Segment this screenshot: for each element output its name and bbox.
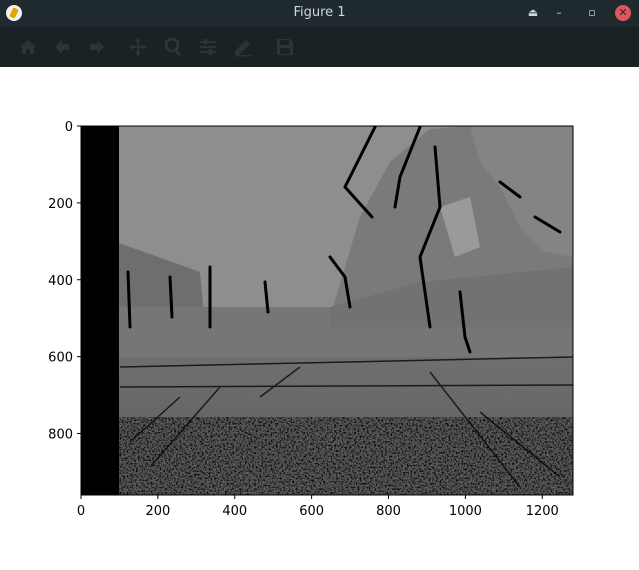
y-tick-label: 400 [48, 274, 73, 289]
window-titlebar: Figure 1 ⏏ – ▫ ✕ [0, 0, 639, 27]
y-tick-label: 800 [48, 428, 73, 443]
x-axis: 0 200 400 600 800 1000 1200 [77, 495, 559, 519]
configure-subplots-icon[interactable] [198, 37, 218, 57]
disparity-image [81, 126, 573, 495]
navigation-toolbar [0, 27, 639, 67]
save-icon[interactable] [275, 37, 295, 57]
eject-icon[interactable]: ⏏ [526, 6, 540, 20]
forward-arrow-icon[interactable] [87, 37, 107, 57]
pan-icon[interactable] [128, 37, 148, 57]
x-tick-label: 600 [299, 504, 324, 519]
x-tick-label: 1200 [526, 504, 559, 519]
y-tick-label: 0 [65, 120, 73, 135]
back-arrow-icon[interactable] [52, 37, 72, 57]
image-plot: 0 200 400 600 800 1000 1200 0 200 400 600 800 [48, 120, 574, 519]
x-tick-label: 800 [376, 504, 401, 519]
zoom-icon[interactable] [164, 37, 184, 57]
x-tick-label: 400 [222, 504, 247, 519]
x-tick-label: 1000 [449, 504, 482, 519]
figure-canvas: 0 200 400 600 800 1000 1200 0 200 400 600 800 [0, 67, 639, 566]
y-tick-label: 600 [48, 351, 73, 366]
restore-icon[interactable]: ▫ [585, 6, 599, 20]
home-icon[interactable] [18, 37, 38, 57]
y-tick-label: 200 [48, 197, 73, 212]
x-tick-label: 200 [145, 504, 170, 519]
edit-axes-icon[interactable] [233, 37, 253, 57]
x-tick-label: 0 [77, 504, 85, 519]
y-axis: 0 200 400 600 800 [48, 120, 81, 443]
window-title: Figure 1 [293, 5, 346, 20]
minimize-icon[interactable]: – [552, 6, 566, 20]
close-icon[interactable]: ✕ [615, 5, 631, 21]
